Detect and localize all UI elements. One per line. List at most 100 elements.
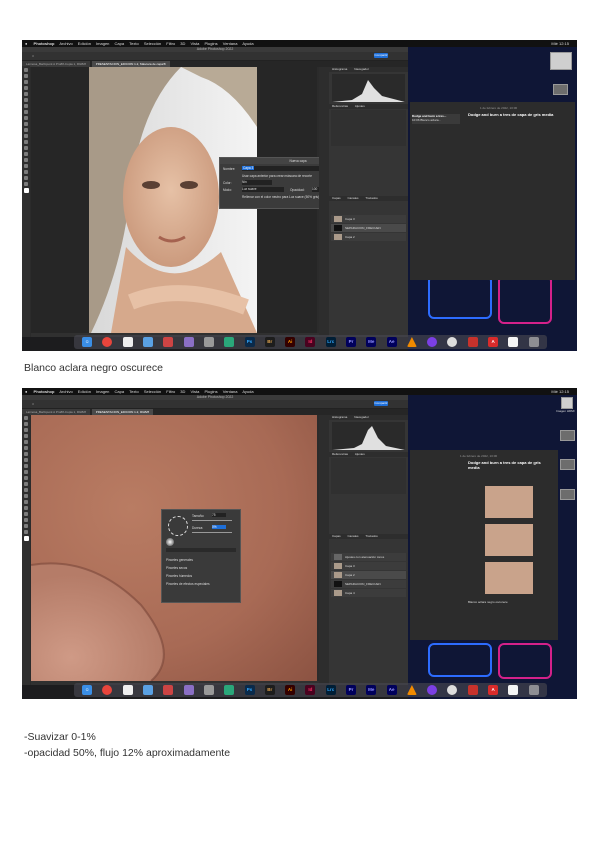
foreground-color-icon[interactable] <box>23 536 29 541</box>
wheel-app-icon[interactable] <box>447 337 458 347</box>
crop-tool-icon[interactable] <box>24 440 28 444</box>
menu-item[interactable]: Ventana <box>223 389 238 394</box>
bridge-icon[interactable]: Br <box>264 685 275 695</box>
tab-navegador[interactable]: Navegador <box>351 415 372 419</box>
dodge-tool-icon[interactable] <box>24 494 28 498</box>
menu-item[interactable]: 3D <box>180 389 185 394</box>
notes-icon[interactable] <box>183 337 194 347</box>
soft-brush-thumb[interactable] <box>166 538 174 546</box>
move-tool-icon[interactable] <box>24 416 28 420</box>
home-icon[interactable]: ⌂ <box>32 54 34 58</box>
eyedropper-icon[interactable] <box>24 446 28 450</box>
note-image[interactable] <box>485 486 533 518</box>
menu-item[interactable]: Filtro <box>166 41 175 46</box>
healing-brush-icon[interactable] <box>24 452 28 456</box>
preview-icon[interactable] <box>143 337 154 347</box>
tab-referencias[interactable]: Referencias <box>329 452 351 456</box>
menu-item[interactable]: Vista <box>191 389 200 394</box>
lasso-tool-icon[interactable] <box>24 80 28 84</box>
lightroom-icon[interactable]: Lrc <box>325 337 336 347</box>
home-icon[interactable]: ⌂ <box>32 402 34 406</box>
layer-row[interactable]: Capa 3 <box>331 562 406 570</box>
tools-app-icon[interactable] <box>467 685 478 695</box>
preset-group-folder[interactable]: Pinceles de efectos especiales <box>166 582 210 586</box>
magic-wand-icon[interactable] <box>24 434 28 438</box>
brush-tool-icon[interactable] <box>24 110 28 114</box>
hardness-slider[interactable] <box>192 532 232 533</box>
premiere-icon[interactable]: Pr <box>346 685 356 695</box>
pen-tool-icon[interactable] <box>24 152 28 156</box>
wheel-app-icon[interactable] <box>447 685 458 695</box>
menu-item[interactable]: Vista <box>191 41 200 46</box>
foreground-color-icon[interactable] <box>23 188 29 193</box>
history-brush-icon[interactable] <box>24 122 28 126</box>
blur-tool-icon[interactable] <box>24 140 28 144</box>
tools-app-icon[interactable] <box>467 337 478 347</box>
menubar-app[interactable]: Photoshop <box>34 41 55 46</box>
adjustments-grid[interactable] <box>331 110 406 146</box>
menu-item[interactable]: Texto <box>129 41 139 46</box>
finder-icon[interactable]: ☺ <box>82 685 93 695</box>
move-tool-icon[interactable] <box>24 68 28 72</box>
neutral-fill-checkbox[interactable]: Rellenar con el color neutro para Luz su… <box>242 195 319 199</box>
paint-icon[interactable] <box>224 685 235 695</box>
acrobat-icon[interactable]: A <box>488 337 499 347</box>
illustrator-icon[interactable]: Ai <box>285 685 296 695</box>
circle-app-icon[interactable] <box>427 337 438 347</box>
image-icon[interactable] <box>163 685 174 695</box>
layer-row[interactable]: Capa 2 <box>331 571 406 579</box>
gradient-icon[interactable] <box>24 134 28 138</box>
marquee-tool-icon[interactable] <box>24 422 28 426</box>
note-image[interactable] <box>485 524 533 556</box>
preset-group-folder[interactable]: Pinceles generales <box>166 558 193 562</box>
bridge-icon[interactable]: Br <box>264 337 275 347</box>
tab-navegador[interactable]: Navegador <box>351 67 372 71</box>
canvas-area[interactable]: Nueva capa Nombre: Capa 3 OK Cancelar Us… <box>31 67 377 333</box>
vlc-icon[interactable] <box>406 685 417 695</box>
desktop-widget[interactable] <box>560 459 575 470</box>
image-icon[interactable] <box>163 337 174 347</box>
magic-wand-icon[interactable] <box>24 86 28 90</box>
tab-trazados[interactable]: Trazados <box>362 196 380 200</box>
trash-icon[interactable] <box>528 337 539 347</box>
finder-icon[interactable]: ☺ <box>82 337 93 347</box>
menu-item[interactable]: Edición <box>78 389 91 394</box>
stamp-tool-icon[interactable] <box>24 116 28 120</box>
history-brush-icon[interactable] <box>24 470 28 474</box>
menu-item[interactable]: Texto <box>129 389 139 394</box>
adjustments-grid[interactable] <box>331 458 406 494</box>
preview-icon[interactable] <box>143 685 154 695</box>
illustrator-icon[interactable]: Ai <box>285 337 296 347</box>
menu-item[interactable]: Archivo <box>59 41 72 46</box>
tab-ajustes[interactable]: Ajustes <box>352 104 368 108</box>
crop-tool-icon[interactable] <box>24 92 28 96</box>
acrobat-icon[interactable]: A <box>488 685 499 695</box>
pages-icon[interactable] <box>508 685 519 695</box>
document-icon[interactable] <box>122 685 133 695</box>
tab-canales[interactable]: Canales <box>345 534 362 538</box>
layer-row[interactable]: SEPARACION_FRECUEN <box>331 224 406 232</box>
notes-icon[interactable] <box>183 685 194 695</box>
tab-ajustes[interactable]: Ajustes <box>352 452 368 456</box>
desktop-widget[interactable] <box>550 52 572 70</box>
indesign-icon[interactable]: Id <box>305 685 316 695</box>
hardness-field[interactable]: 0% <box>212 525 226 529</box>
healing-brush-icon[interactable] <box>24 104 28 108</box>
tab-referencias[interactable]: Referencias <box>329 104 351 108</box>
menu-item[interactable]: Edición <box>78 41 91 46</box>
menu-item[interactable]: Plugins <box>205 41 218 46</box>
eyedropper-icon[interactable] <box>24 98 28 102</box>
menu-item[interactable]: Imagen <box>96 41 109 46</box>
type-tool-icon[interactable] <box>24 506 28 510</box>
size-slider[interactable] <box>192 520 232 521</box>
menu-item[interactable]: Plugins <box>205 389 218 394</box>
desktop-widget[interactable] <box>560 489 575 500</box>
path-select-icon[interactable] <box>24 164 28 168</box>
pages-icon[interactable] <box>508 337 519 347</box>
shape-tool-icon[interactable] <box>24 170 28 174</box>
tab-capas[interactable]: Capas <box>329 196 344 200</box>
after-effects-icon[interactable]: Ae <box>386 685 397 695</box>
document-icon[interactable] <box>122 337 133 347</box>
media-encoder-icon[interactable]: Me <box>366 685 377 695</box>
layer-row[interactable]: Capa 3 <box>331 215 406 223</box>
